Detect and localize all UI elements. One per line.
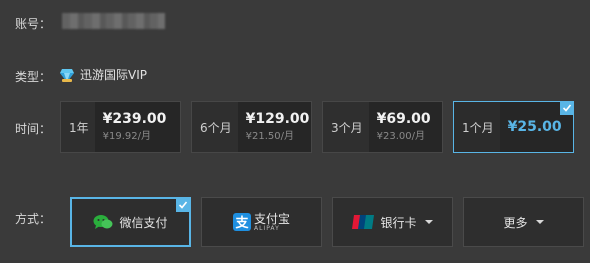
type-label: 类型： bbox=[15, 70, 52, 84]
pay-alipay-label-en: ALIPAY bbox=[253, 224, 280, 232]
pay-bank-card-button[interactable]: 银行卡 bbox=[332, 197, 453, 247]
plan-monthly-price: ¥21.50/月 bbox=[245, 131, 294, 142]
plan-price: ¥129.00 bbox=[245, 111, 310, 127]
wechat-icon bbox=[93, 215, 113, 229]
selected-check-icon bbox=[176, 198, 190, 212]
pay-more-label: 更多 bbox=[503, 215, 528, 230]
svg-text:支: 支 bbox=[234, 215, 249, 230]
plan-price: ¥69.00 bbox=[376, 111, 431, 127]
plan-duration: 3个月 bbox=[331, 120, 363, 135]
plan-6-months[interactable]: 6个月 ¥129.00 ¥21.50/月 bbox=[191, 101, 312, 153]
pay-wechat-button[interactable]: 微信支付 bbox=[70, 197, 191, 247]
pay-alipay-button[interactable]: 支 支付宝 ALIPAY bbox=[201, 197, 322, 247]
method-label: 方式： bbox=[15, 212, 52, 226]
pay-alipay-label: 支付宝 bbox=[253, 211, 290, 226]
plan-3-months[interactable]: 3个月 ¥69.00 ¥23.00/月 bbox=[322, 101, 443, 153]
selected-check-icon bbox=[560, 101, 574, 115]
diamond-icon bbox=[60, 68, 74, 82]
plan-monthly-price: ¥19.92/月 bbox=[102, 131, 151, 142]
plan-duration: 1年 bbox=[69, 120, 89, 135]
plan-duration: 6个月 bbox=[200, 120, 232, 135]
pay-bank-card-label: 银行卡 bbox=[380, 215, 417, 230]
alipay-icon: 支 bbox=[232, 213, 251, 231]
plan-price: ¥25.00 bbox=[507, 118, 562, 135]
pay-wechat-label: 微信支付 bbox=[119, 215, 168, 230]
vip-type-name: 迅游国际VIP bbox=[80, 68, 147, 82]
chevron-down-icon bbox=[424, 220, 433, 224]
unionpay-icon bbox=[352, 215, 375, 229]
type-value: 迅游国际VIP bbox=[59, 66, 147, 83]
plan-duration: 1个月 bbox=[462, 120, 494, 135]
plan-1-year[interactable]: 1年 ¥239.00 ¥19.92/月 bbox=[60, 101, 181, 153]
pay-more-button[interactable]: 更多 bbox=[463, 197, 584, 247]
account-label: 账号： bbox=[15, 17, 52, 31]
chevron-down-icon bbox=[535, 220, 544, 224]
plan-1-month[interactable]: 1个月 ¥25.00 bbox=[453, 101, 574, 153]
time-label: 时间： bbox=[15, 122, 52, 136]
plan-price: ¥239.00 bbox=[102, 111, 167, 127]
plan-monthly-price: ¥23.00/月 bbox=[376, 131, 425, 142]
account-value-blurred bbox=[62, 13, 165, 29]
